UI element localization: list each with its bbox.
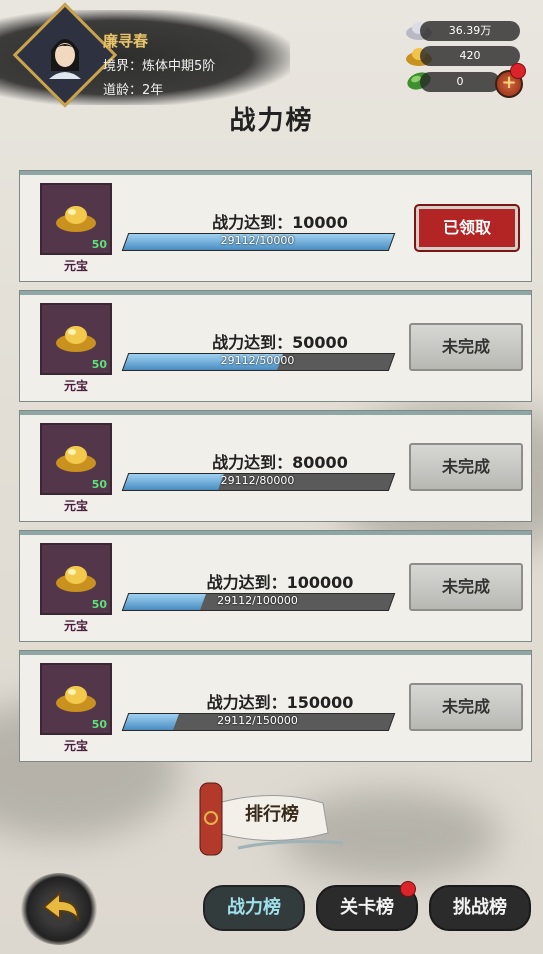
- incomplete-button[interactable]: 未完成: [409, 683, 523, 731]
- reward-count: 50: [91, 238, 107, 251]
- reward-row: 50 元宝 战力达到：150000 29112/150000 未完成: [19, 650, 532, 762]
- reward-count: 50: [91, 598, 107, 611]
- back-button[interactable]: [20, 873, 98, 945]
- reward-count: 50: [91, 358, 107, 371]
- reward-row: 50 元宝 战力达到：100000 29112/100000 未完成: [19, 530, 532, 642]
- reward-item[interactable]: 50: [40, 183, 112, 255]
- gold-ingot-icon: [56, 206, 96, 232]
- reward-name: 元宝: [63, 739, 88, 753]
- notification-dot: [510, 63, 526, 79]
- reward-name: 元宝: [63, 259, 88, 273]
- incomplete-button[interactable]: 未完成: [409, 443, 523, 491]
- ranking-button-label[interactable]: 排行榜: [222, 800, 322, 826]
- player-name: 廉寻春: [103, 32, 149, 50]
- player-realm: 境界：炼体中期5阶: [103, 59, 216, 74]
- avatar-portrait-icon: [43, 31, 87, 79]
- row-top-trim: [20, 171, 531, 175]
- reward-name: 元宝: [63, 499, 88, 513]
- progress-text: 29112/50000: [220, 354, 295, 367]
- player-header: 廉寻春 境界：炼体中期5阶 道龄：2年 36.39万 420 0 +: [0, 0, 543, 110]
- reward-item[interactable]: 50: [40, 543, 112, 615]
- reward-name: 元宝: [63, 379, 88, 393]
- tab-power-ranking[interactable]: 战力榜: [203, 885, 305, 931]
- gold-amount: 420: [420, 46, 520, 66]
- row-top-trim: [20, 651, 531, 655]
- claimed-button[interactable]: 已领取: [416, 206, 518, 250]
- jade-amount: 0: [420, 72, 500, 92]
- reward-row: 50 元宝 战力达到：50000 29112/50000 未完成: [19, 290, 532, 402]
- reward-row: 50 元宝 战力达到：10000 29112/10000 已领取: [19, 170, 532, 282]
- reward-name: 元宝: [63, 619, 88, 633]
- reward-item[interactable]: 50: [40, 423, 112, 495]
- power-target: 战力达到：100000: [206, 573, 354, 592]
- gold-ingot-icon: [56, 446, 96, 472]
- incomplete-button[interactable]: 未完成: [409, 563, 523, 611]
- reward-count: 50: [91, 478, 107, 491]
- progress-text: 29112/150000: [217, 714, 298, 727]
- reward-item[interactable]: 50: [40, 663, 112, 735]
- row-top-trim: [20, 291, 531, 295]
- gold-ingot-icon: [56, 686, 96, 712]
- power-target: 战力达到：10000: [212, 213, 348, 232]
- page-title: 战力榜: [229, 106, 314, 136]
- notification-dot: [400, 881, 416, 897]
- power-target: 战力达到：80000: [212, 453, 348, 472]
- progress-text: 29112/80000: [220, 474, 295, 487]
- power-target: 战力达到：50000: [212, 333, 348, 352]
- tab-challenge-ranking[interactable]: 挑战榜: [429, 885, 531, 931]
- back-arrow-icon: [42, 890, 80, 922]
- silver-amount: 36.39万: [420, 21, 520, 41]
- row-top-trim: [20, 411, 531, 415]
- gold-ingot-icon: [56, 566, 96, 592]
- gold-ingot-icon: [56, 326, 96, 352]
- power-target: 战力达到：150000: [206, 693, 354, 712]
- progress-text: 29112/10000: [220, 234, 295, 247]
- player-age: 道龄：2年: [103, 83, 164, 98]
- row-top-trim: [20, 531, 531, 535]
- reward-count: 50: [91, 718, 107, 731]
- reward-item[interactable]: 50: [40, 303, 112, 375]
- reward-row: 50 元宝 战力达到：80000 29112/80000 未完成: [19, 410, 532, 522]
- incomplete-button[interactable]: 未完成: [409, 323, 523, 371]
- progress-text: 29112/100000: [217, 594, 298, 607]
